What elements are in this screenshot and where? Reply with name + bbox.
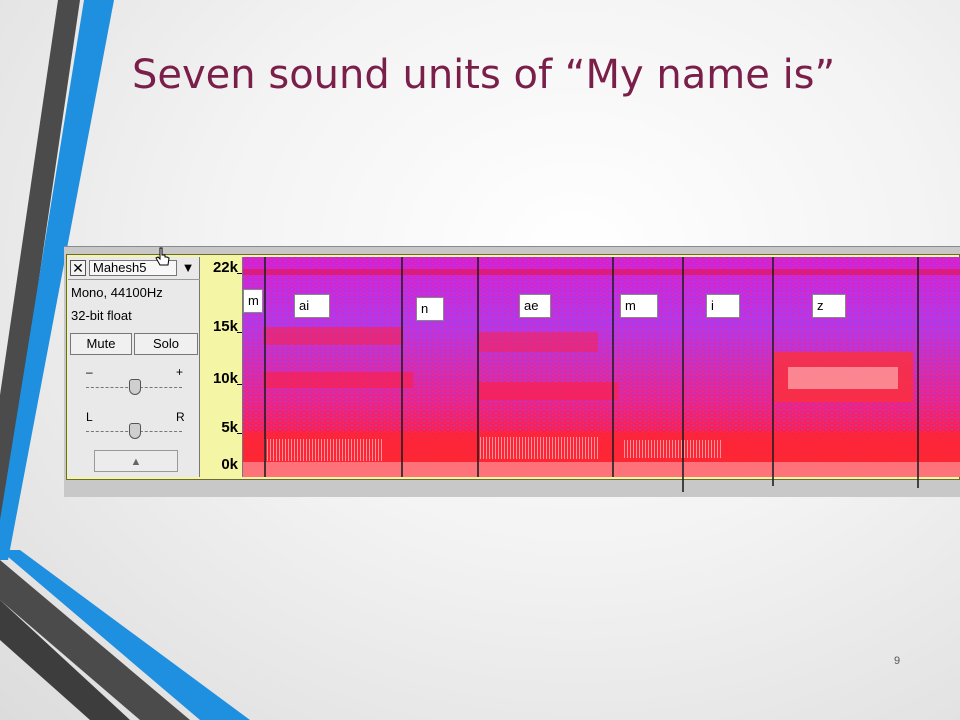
- track-header-row: ✕ Mahesh5 ▼: [68, 257, 200, 280]
- segment-label-ae[interactable]: ae: [519, 294, 551, 318]
- ruler-tick-mark: [237, 273, 242, 274]
- gain-minus-label: –: [86, 365, 93, 379]
- close-track-button[interactable]: ✕: [70, 260, 86, 276]
- slide-title: Seven sound units of “My name is”: [132, 52, 836, 98]
- track-format-info: Mono, 44100Hz: [71, 285, 163, 300]
- ruler-tick-label: 10k: [212, 370, 238, 387]
- frequency-ruler: 22k 15k 10k 5k 0k: [201, 257, 243, 477]
- track-menu-dropdown-icon[interactable]: ▼: [180, 260, 196, 276]
- pan-slider-thumb[interactable]: [129, 423, 141, 439]
- hand-cursor-icon: [155, 247, 170, 266]
- ruler-tick-mark: [237, 433, 242, 434]
- gain-plus-label: +: [176, 365, 184, 379]
- ruler-tick-label: 5k: [221, 419, 238, 436]
- pan-left-label: L: [86, 410, 93, 424]
- segment-label-z[interactable]: z: [812, 294, 846, 318]
- segment-label-m[interactable]: m: [243, 289, 263, 313]
- segment-label-m2[interactable]: m: [620, 294, 658, 318]
- segment-label-i[interactable]: i: [706, 294, 740, 318]
- segment-label-ai[interactable]: ai: [294, 294, 330, 318]
- segment-label-n[interactable]: n: [416, 297, 444, 321]
- ruler-tick-mark: [237, 384, 242, 385]
- gain-slider-thumb[interactable]: [129, 379, 141, 395]
- page-number: 9: [894, 655, 901, 667]
- mute-button[interactable]: Mute: [70, 333, 132, 355]
- solo-button[interactable]: Solo: [134, 333, 198, 355]
- ruler-tick-label: 15k: [212, 318, 238, 335]
- track-control-panel: ✕ Mahesh5 ▼ Mono, 44100Hz 32-bit float M…: [68, 257, 200, 477]
- ruler-tick-label: 22k: [212, 259, 238, 276]
- collapse-track-button[interactable]: ▲: [94, 450, 178, 472]
- pan-right-label: R: [176, 410, 185, 424]
- track-sample-format: 32-bit float: [71, 308, 132, 323]
- spectrogram[interactable]: [243, 257, 960, 477]
- ruler-tick-mark: [237, 332, 242, 333]
- ruler-tick-label: 0k: [221, 456, 238, 473]
